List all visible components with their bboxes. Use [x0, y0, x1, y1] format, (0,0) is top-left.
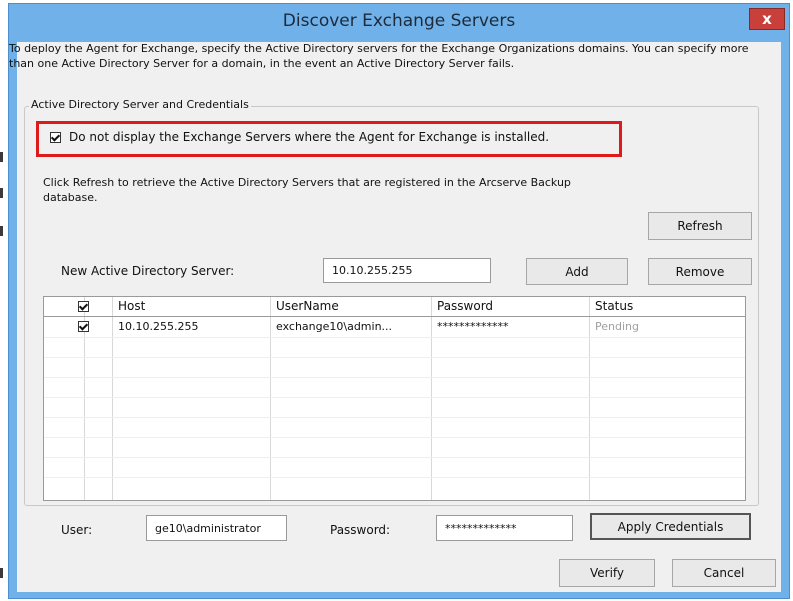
hide-installed-option[interactable]: Do not display the Exchange Servers wher… — [50, 128, 549, 146]
new-server-label: New Active Directory Server: — [61, 264, 235, 278]
column-header-username[interactable]: UserName — [270, 297, 431, 316]
add-button[interactable]: Add — [526, 258, 628, 285]
left-edge-marks — [0, 0, 6, 601]
username-cell: exchange10\admin... — [276, 320, 393, 333]
user-label: User: — [61, 523, 93, 537]
edge-mark — [0, 226, 3, 236]
apply-credentials-button[interactable]: Apply Credentials — [590, 513, 751, 540]
row-checkbox[interactable] — [78, 321, 89, 332]
select-all-checkbox[interactable] — [78, 301, 89, 312]
verify-button[interactable]: Verify — [559, 559, 655, 587]
edge-mark — [0, 188, 3, 198]
group-label: Active Directory Server and Credentials — [29, 98, 251, 111]
column-header-status[interactable]: Status — [589, 297, 745, 316]
table-header: Host UserName Password Status — [44, 297, 745, 317]
close-button[interactable]: x — [749, 8, 785, 30]
servers-table: Host UserName Password Status 10.10.255.… — [43, 296, 746, 501]
dialog-title: Discover Exchange Servers — [282, 11, 516, 31]
column-header-host[interactable]: Host — [112, 297, 270, 316]
remove-button[interactable]: Remove — [648, 258, 752, 285]
hide-installed-label: Do not display the Exchange Servers wher… — [69, 130, 550, 144]
cancel-button[interactable]: Cancel — [672, 559, 776, 587]
user-input[interactable] — [146, 515, 287, 541]
password-label: Password: — [330, 523, 391, 537]
password-cell: ************* — [437, 320, 509, 333]
status-cell: Pending — [595, 320, 639, 333]
new-server-input[interactable] — [323, 258, 491, 283]
title-bar[interactable]: Discover Exchange Servers x — [9, 4, 789, 40]
refresh-button[interactable]: Refresh — [648, 212, 752, 240]
host-cell: 10.10.255.255 — [118, 320, 199, 333]
password-input[interactable] — [436, 515, 573, 541]
refresh-hint: Click Refresh to retrieve the Active Dir… — [43, 176, 571, 204]
edge-mark — [0, 152, 3, 162]
edge-mark — [0, 568, 3, 578]
column-header-password[interactable]: Password — [431, 297, 589, 316]
intro-text: To deploy the Agent for Exchange, specif… — [9, 42, 749, 70]
hide-installed-checkbox[interactable] — [50, 131, 61, 143]
